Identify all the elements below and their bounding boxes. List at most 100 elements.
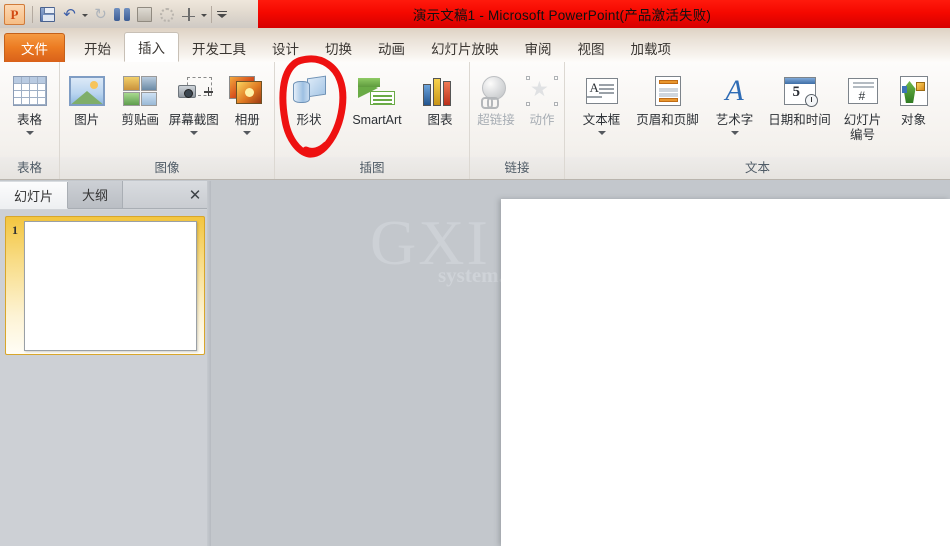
redo-icon[interactable]: ↻ bbox=[90, 4, 111, 25]
slide-panel-tab-slides[interactable]: 幻灯片 bbox=[0, 182, 69, 209]
ribbon-button-clipart-label: 剪贴画 bbox=[121, 113, 159, 127]
screenshot-dropdown-caret-icon[interactable] bbox=[189, 129, 199, 138]
ribbon-button-table[interactable]: 表格 bbox=[1, 67, 59, 138]
find-icon[interactable] bbox=[112, 4, 133, 25]
tab-transitions[interactable]: 切换 bbox=[312, 34, 365, 62]
slide-thumbnail-preview[interactable] bbox=[24, 221, 197, 351]
ribbon-tab-strip: 文件 开始 插入 开发工具 设计 切换 动画 幻灯片放映 审阅 视图 加载项 bbox=[0, 28, 950, 62]
ribbon-button-chart-label: 图表 bbox=[427, 113, 453, 127]
ribbon-group-label-links: 链接 bbox=[470, 157, 564, 179]
customize-qat-dropdown-icon[interactable] bbox=[216, 4, 228, 25]
ribbon-button-action[interactable]: ★ 动作 bbox=[521, 67, 563, 128]
ribbon-button-textbox[interactable]: 文本框 bbox=[576, 67, 628, 138]
shapes-icon bbox=[291, 71, 327, 111]
wordart-icon: A bbox=[725, 74, 744, 107]
ribbon-button-wordart[interactable]: A 艺术字 bbox=[708, 67, 762, 138]
photo-album-dropdown-caret-icon[interactable] bbox=[242, 129, 252, 138]
workspace: 幻灯片 大纲 ✕ 1 GXI system.c bbox=[0, 181, 950, 546]
screenshot-icon bbox=[175, 71, 213, 111]
powerpoint-logo-icon[interactable]: P bbox=[4, 3, 25, 25]
slide-thumbnail-list: 1 bbox=[0, 210, 210, 546]
ribbon-button-clipart[interactable]: 剪贴画 bbox=[114, 67, 168, 128]
tab-addins[interactable]: 加载项 bbox=[618, 34, 685, 62]
tab-view[interactable]: 视图 bbox=[565, 34, 618, 62]
title-bar-red-area: 演示文稿1 - Microsoft PowerPoint(产品激活失败) bbox=[258, 0, 950, 28]
chart-icon bbox=[423, 71, 457, 111]
ribbon-group-illustrations: 形状 SmartArt 图表 插图 bbox=[275, 62, 470, 179]
ribbon-button-date-time[interactable]: 5 日期和时间 bbox=[762, 67, 838, 128]
ribbon-button-wordart-label: 艺术字 bbox=[715, 113, 754, 127]
slide-thumbnail-panel: 幻灯片 大纲 ✕ 1 bbox=[0, 181, 211, 546]
clipart-icon bbox=[123, 71, 158, 111]
powerpoint-window: P ↶ ↻ 演示文稿1 - Microsoft PowerPoint(产品激活失… bbox=[0, 0, 950, 546]
ribbon-button-photo-album[interactable]: 相册 bbox=[221, 67, 275, 138]
ribbon-button-shapes[interactable]: 形状 bbox=[278, 67, 340, 128]
qat-separator-2 bbox=[211, 5, 212, 23]
tab-developer[interactable]: 开发工具 bbox=[179, 34, 259, 62]
qat-separator-1 bbox=[32, 5, 33, 23]
table-dropdown-caret-icon[interactable] bbox=[25, 129, 35, 138]
ribbon-button-slide-number-label: 幻灯片编号 bbox=[843, 113, 882, 142]
close-icon[interactable]: ✕ bbox=[180, 181, 210, 208]
ribbon-button-smartart-label: SmartArt bbox=[352, 113, 402, 127]
ribbon-button-picture-label: 图片 bbox=[74, 113, 100, 127]
date-time-icon: 5 bbox=[783, 71, 818, 111]
object-icon bbox=[899, 71, 928, 111]
ribbon-button-slide-number[interactable]: 幻灯片编号 bbox=[838, 67, 888, 143]
ribbon-button-smartart[interactable]: SmartArt bbox=[340, 67, 414, 128]
undo-dropdown-caret-icon[interactable] bbox=[81, 4, 90, 25]
align-icon[interactable] bbox=[178, 4, 199, 25]
ribbon-button-hyperlink[interactable]: 超链接 bbox=[471, 67, 521, 128]
tab-design[interactable]: 设计 bbox=[259, 34, 312, 62]
ribbon-button-chart[interactable]: 图表 bbox=[414, 67, 466, 128]
clipboard-icon[interactable] bbox=[134, 4, 155, 25]
tab-home[interactable]: 开始 bbox=[71, 34, 124, 62]
textbox-dropdown-caret-icon[interactable] bbox=[597, 129, 607, 138]
slide-panel-tab-outline[interactable]: 大纲 bbox=[68, 181, 124, 208]
quick-access-toolbar: P ↶ ↻ bbox=[0, 0, 258, 28]
save-icon[interactable] bbox=[37, 4, 58, 25]
ribbon-button-object-label: 对象 bbox=[900, 113, 926, 127]
ribbon-button-action-label: 动作 bbox=[529, 113, 555, 127]
ribbon-button-header-footer[interactable]: 页眉和页脚 bbox=[628, 67, 708, 128]
panel-splitter[interactable] bbox=[207, 181, 211, 546]
tab-slideshow[interactable]: 幻灯片放映 bbox=[418, 34, 512, 62]
shape-circle-icon[interactable] bbox=[156, 4, 177, 25]
slide-thumbnail-item[interactable]: 1 bbox=[5, 216, 205, 355]
hyperlink-icon bbox=[479, 71, 513, 111]
ribbon-group-images: 图片 剪贴画 屏幕截图 相册 图像 bbox=[60, 62, 275, 179]
ribbon-group-label-images: 图像 bbox=[60, 157, 274, 179]
ribbon-button-picture[interactable]: 图片 bbox=[60, 67, 114, 128]
slide-panel-tab-strip: 幻灯片 大纲 ✕ bbox=[0, 181, 210, 209]
ribbon-group-table: 表格 表格 bbox=[0, 62, 60, 179]
ribbon-button-shapes-label: 形状 bbox=[296, 113, 322, 127]
align-dropdown-caret-icon[interactable] bbox=[200, 4, 209, 25]
tab-insert[interactable]: 插入 bbox=[124, 32, 179, 62]
ribbon-button-screenshot-label: 屏幕截图 bbox=[168, 113, 219, 127]
wordart-dropdown-caret-icon[interactable] bbox=[730, 129, 740, 138]
slide-editing-area: GXI system.c bbox=[212, 181, 950, 546]
tab-file[interactable]: 文件 bbox=[4, 33, 65, 62]
ribbon-group-label-text: 文本 bbox=[565, 157, 950, 179]
ribbon-button-header-footer-label: 页眉和页脚 bbox=[636, 113, 699, 127]
ribbon-button-textbox-label: 文本框 bbox=[582, 113, 621, 127]
title-bar: P ↶ ↻ 演示文稿1 - Microsoft PowerPoint(产品激活失… bbox=[0, 0, 950, 28]
window-title: 演示文稿1 - Microsoft PowerPoint(产品激活失败) bbox=[412, 8, 712, 23]
table-icon bbox=[12, 71, 47, 111]
picture-icon bbox=[68, 71, 105, 111]
slide-thumbnail-number: 1 bbox=[12, 223, 18, 237]
ribbon-group-text: 文本框 页眉和页脚 A 艺术字 5 日期和时间 bbox=[565, 62, 950, 179]
textbox-icon bbox=[585, 71, 618, 111]
tab-review[interactable]: 审阅 bbox=[512, 34, 565, 62]
undo-icon[interactable]: ↶ bbox=[59, 4, 80, 25]
slide-canvas[interactable] bbox=[501, 199, 950, 546]
photo-album-icon bbox=[229, 71, 265, 111]
ribbon-button-table-label: 表格 bbox=[16, 113, 42, 127]
smartart-icon bbox=[358, 71, 396, 111]
tab-animations[interactable]: 动画 bbox=[365, 34, 418, 62]
ribbon-button-screenshot[interactable]: 屏幕截图 bbox=[167, 67, 221, 138]
ribbon-group-label-table: 表格 bbox=[0, 157, 59, 179]
ribbon-group-links: 超链接 ★ 动作 链接 bbox=[470, 62, 565, 179]
ribbon-button-object[interactable]: 对象 bbox=[888, 67, 940, 128]
powerpoint-logo-glyph: P bbox=[10, 6, 19, 22]
